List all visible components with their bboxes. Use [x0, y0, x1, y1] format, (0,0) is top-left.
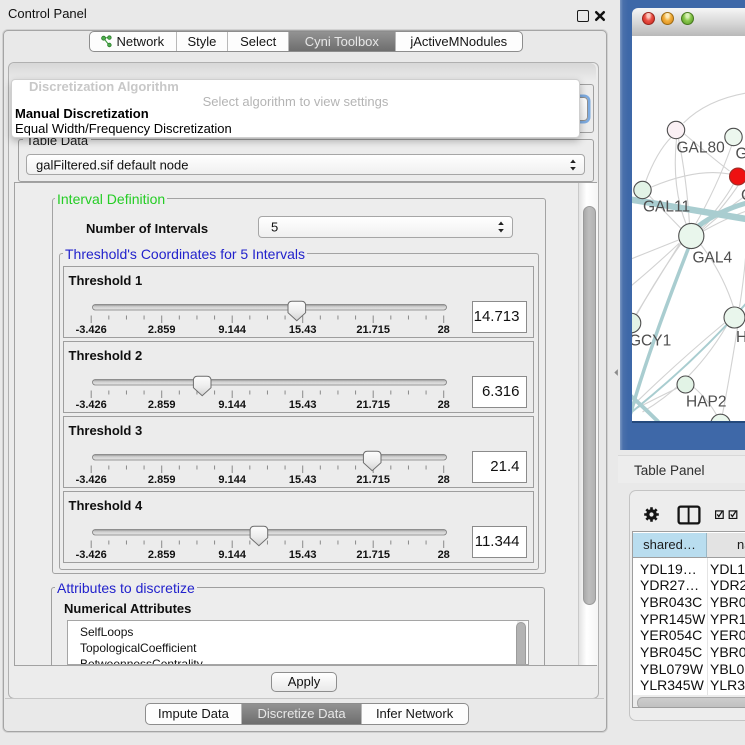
svg-text:-3.426: -3.426 [75, 399, 106, 411]
svg-text:2.859: 2.859 [147, 324, 175, 336]
svg-text:GAL80: GAL80 [676, 140, 725, 157]
svg-text:HAP2: HAP2 [686, 394, 727, 411]
svg-text:28: 28 [437, 549, 449, 561]
svg-text:GCY1: GCY1 [632, 333, 671, 350]
svg-text:-3.426: -3.426 [75, 549, 106, 561]
svg-text:H: H [736, 329, 745, 346]
svg-text:28: 28 [437, 324, 449, 336]
svg-text:21.715: 21.715 [356, 474, 390, 486]
svg-text:15.43: 15.43 [288, 324, 316, 336]
svg-text:C: C [741, 187, 745, 204]
svg-text:9.144: 9.144 [218, 549, 246, 561]
svg-text:2.859: 2.859 [147, 549, 175, 561]
svg-text:9.144: 9.144 [218, 324, 246, 336]
svg-text:15.43: 15.43 [288, 474, 316, 486]
svg-text:21.715: 21.715 [356, 399, 390, 411]
svg-text:9.144: 9.144 [218, 399, 246, 411]
svg-text:21.715: 21.715 [356, 324, 390, 336]
svg-text:28: 28 [437, 474, 449, 486]
svg-text:21.715: 21.715 [356, 549, 390, 561]
svg-text:-3.426: -3.426 [75, 474, 106, 486]
svg-text:-3.426: -3.426 [75, 324, 106, 336]
svg-text:GAL11: GAL11 [643, 199, 690, 216]
svg-text:15.43: 15.43 [288, 399, 316, 411]
svg-text:15.43: 15.43 [288, 549, 316, 561]
svg-text:GA: GA [735, 146, 745, 163]
svg-text:9.144: 9.144 [218, 474, 246, 486]
svg-text:28: 28 [437, 399, 449, 411]
svg-text:2.859: 2.859 [147, 474, 175, 486]
svg-text:2.859: 2.859 [147, 399, 175, 411]
svg-text:GAL4: GAL4 [692, 250, 732, 267]
